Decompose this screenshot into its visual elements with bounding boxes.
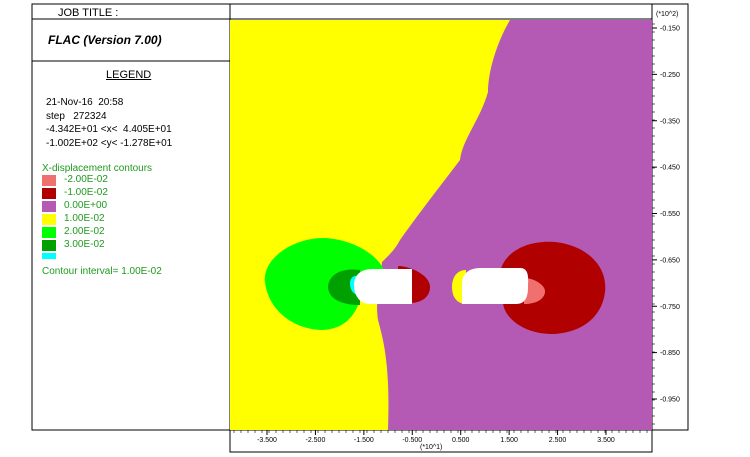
- contour-plot: [230, 20, 652, 430]
- legend-swatch: [42, 253, 56, 259]
- legend-level-label: -2.00E-02: [64, 174, 108, 185]
- contour-interval-label: Contour interval= 1.00E-02: [42, 266, 162, 277]
- legend-swatch: [42, 175, 56, 186]
- x-tick-label: 1.500: [500, 437, 518, 444]
- x-multiplier-label: (*10^1): [420, 444, 442, 451]
- y-tick-label: -0.850: [660, 350, 680, 357]
- opening-right: [462, 268, 529, 304]
- legend-level-label: 2.00E-02: [64, 226, 105, 237]
- y-tick-label: -0.750: [660, 304, 680, 311]
- x-tick-label: 2.500: [549, 437, 567, 444]
- x-tick-label: 0.500: [452, 437, 470, 444]
- legend-swatch: [42, 188, 56, 199]
- opening-left: [354, 269, 412, 304]
- run-datetime: 21-Nov-16 20:58: [46, 97, 124, 108]
- legend-heading: LEGEND: [106, 69, 152, 81]
- x-tick-label: -0.500: [402, 437, 422, 444]
- legend-swatch: [42, 214, 56, 225]
- step-count: step 272324: [46, 111, 107, 122]
- y-range-text: -1.002E+02 <y< -1.278E+01: [46, 138, 173, 149]
- x-range-text: -4.342E+01 <x< 4.405E+01: [46, 124, 172, 135]
- legend-level-label: 1.00E-02: [64, 213, 105, 224]
- app-title: FLAC (Version 7.00): [48, 33, 162, 47]
- legend-swatch: [42, 240, 56, 251]
- y-tick-label: -0.350: [660, 118, 680, 125]
- y-tick-label: -0.650: [660, 257, 680, 264]
- legend-level-label: -1.00E-02: [64, 187, 108, 198]
- legend-level-label: 0.00E+00: [64, 200, 108, 211]
- y-tick-label: -0.250: [660, 72, 680, 79]
- y-tick-label: -0.950: [660, 397, 680, 404]
- job-title-label: JOB TITLE :: [58, 7, 119, 19]
- x-tick-label: -2.500: [305, 437, 325, 444]
- y-tick-label: -0.550: [660, 211, 680, 218]
- x-tick-label: -3.500: [257, 437, 277, 444]
- legend-swatch: [42, 201, 56, 212]
- legend-panel: [31, 3, 231, 431]
- y-tick-label: -0.150: [660, 26, 680, 33]
- y-tick-label: -0.450: [660, 165, 680, 172]
- y-multiplier-label: (*10^2): [656, 11, 678, 18]
- legend-level-label: 3.00E-02: [64, 239, 105, 250]
- legend-swatch: [42, 227, 56, 238]
- x-tick-label: -1.500: [354, 437, 374, 444]
- x-tick-label: 3.500: [597, 437, 615, 444]
- contour-title: X-displacement contours: [42, 163, 153, 174]
